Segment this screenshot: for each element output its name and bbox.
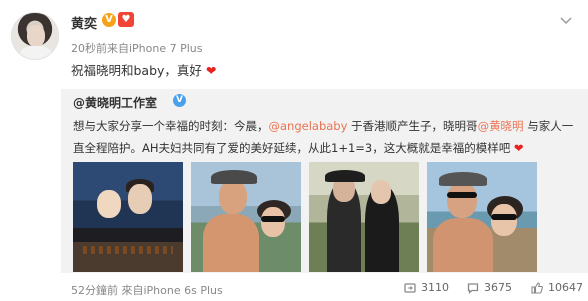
person-figure [433,218,493,272]
avatar-body [20,46,52,59]
comment-count: 3675 [484,281,512,294]
author-name[interactable]: 黄奕 [71,13,97,32]
post-text: 祝福晓明和baby，真好 ❤ [71,62,216,80]
food-shape [83,246,173,254]
mention-link[interactable]: @黄晓明 [478,119,524,133]
photo-grid [73,162,543,280]
photo-thumbnail[interactable] [427,162,537,272]
vip-v-icon: V [102,13,116,27]
hat-shape [439,172,487,186]
sunglasses-shape [491,214,517,220]
person-face [491,204,517,236]
original-author[interactable]: @黄晓明工作室 [73,94,157,111]
repost-button[interactable]: 3110 [404,281,449,294]
person-face [219,180,247,214]
hat-shape [325,170,365,182]
like-button[interactable]: 10647 [531,281,583,294]
like-icon [531,281,543,294]
person-figure [128,184,152,214]
post-footer: 52分鐘前 來自iPhone 6s Plus 3110 3675 10647 [0,275,588,301]
original-text-part: 于香港顺产生子，晓明哥 [347,119,478,133]
avatar-face [27,25,45,47]
hat-shape [211,170,257,184]
avatar[interactable] [11,12,59,60]
comment-button[interactable]: 3675 [467,281,512,294]
sunglasses-shape [447,192,477,198]
person-face [447,182,477,218]
mention-link[interactable]: @angelababy [269,119,348,133]
photo-thumbnail[interactable] [73,162,183,272]
post-meta: 20秒前来自iPhone 7 Plus [71,42,203,55]
repost-count: 3110 [421,281,449,294]
weibo-card: 黄奕 V ♥ 20秒前来自iPhone 7 Plus 祝福晓明和baby，真好 … [0,0,588,301]
person-figure [97,190,121,218]
vip-member-icon: ♥ [118,12,134,27]
person-figure [203,214,259,272]
photo-thumbnail[interactable] [309,162,419,272]
post-text-content: 祝福晓明和baby，真好 [71,63,202,78]
person-face [371,180,391,204]
verified-icon: V [173,94,186,107]
original-meta: 52分鐘前 來自iPhone 6s Plus [71,284,223,297]
original-text: 想与大家分享一个幸福的时刻：今晨，@angelababy 于香港顺产生子，晓明哥… [73,115,583,159]
comment-icon [467,282,479,294]
repost-box[interactable]: @黄晓明工作室 V 想与大家分享一个幸福的时刻：今晨，@angelababy 于… [61,89,588,273]
person-face [261,207,285,237]
photo-thumbnail[interactable] [191,162,301,272]
heart-icon: ❤ [513,141,524,155]
original-text-part: 想与大家分享一个幸福的时刻：今晨， [73,119,269,133]
heart-icon: ❤ [205,63,217,78]
sunglasses-shape [261,216,285,222]
repost-icon [404,282,416,294]
chevron-down-icon[interactable] [560,14,572,28]
like-count: 10647 [548,281,583,294]
